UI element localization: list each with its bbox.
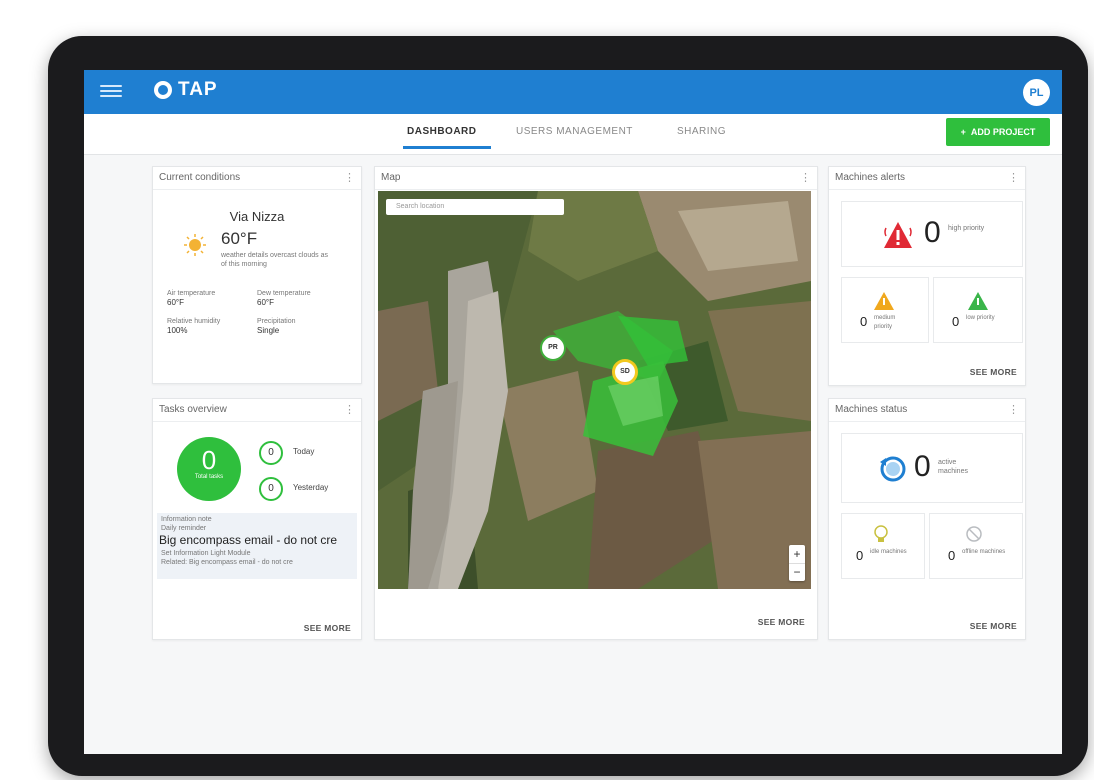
kebab-menu-icon[interactable]: ⋮ bbox=[344, 167, 355, 189]
plus-icon: + bbox=[960, 127, 966, 137]
note-title: Big encompass email - do not cre bbox=[159, 533, 338, 547]
yesterday-label: Yesterday bbox=[293, 483, 329, 492]
app-name: TAP bbox=[178, 79, 218, 100]
high-priority-count: 0 bbox=[924, 216, 941, 249]
kebab-menu-icon[interactable]: ⋮ bbox=[800, 167, 811, 189]
app-screen: TAP PL DASHBOARD USERS MANAGEMENT SHARIN… bbox=[84, 70, 1062, 754]
weather-description: weather details overcast clouds as of th… bbox=[221, 252, 328, 268]
machines-status-card: Machines status ⋮ 0 active machines 0 id… bbox=[828, 398, 1026, 640]
add-project-button[interactable]: + ADD PROJECT bbox=[946, 118, 1050, 146]
yesterday-count-badge[interactable]: 0 bbox=[259, 477, 283, 501]
low-priority-alerts[interactable]: 0 low priority bbox=[933, 277, 1023, 343]
map-zoom-controls: + − bbox=[789, 545, 805, 581]
nav-bar: DASHBOARD USERS MANAGEMENT SHARING + ADD… bbox=[84, 114, 1062, 155]
offline-machines-count: 0 bbox=[948, 548, 956, 563]
active-machines-count: 0 bbox=[914, 450, 931, 483]
tab-sharing[interactable]: SHARING bbox=[677, 126, 726, 137]
map-search-input[interactable]: Search location bbox=[386, 199, 564, 215]
tasks-see-more-link[interactable]: SEE MORE bbox=[304, 623, 351, 633]
user-avatar[interactable]: PL bbox=[1023, 79, 1050, 106]
stat-dew-temperature: Dew temperature 60°F bbox=[257, 290, 311, 307]
high-priority-alerts[interactable]: 0 high priority bbox=[841, 201, 1023, 267]
alert-warning-icon bbox=[884, 222, 912, 248]
satellite-map[interactable]: Search location PR SD + − bbox=[378, 191, 811, 589]
idle-machines-label: idle machines bbox=[870, 549, 907, 555]
card-title: Tasks overview ⋮ bbox=[153, 399, 361, 422]
map-card: Map ⋮ Search location PR SD + − SEE MORE bbox=[374, 166, 818, 640]
low-priority-count: 0 bbox=[952, 314, 960, 329]
information-note[interactable]: Information note Daily reminder Big enco… bbox=[157, 513, 357, 579]
zoom-in-button[interactable]: + bbox=[789, 545, 805, 564]
app-logo[interactable]: TAP bbox=[154, 79, 218, 101]
high-priority-label: high priority bbox=[948, 225, 985, 232]
alerts-see-more-link[interactable]: SEE MORE bbox=[970, 367, 1017, 377]
sun-icon bbox=[184, 234, 206, 256]
idle-machines[interactable]: 0 idle machines bbox=[841, 513, 925, 579]
info-triangle-icon bbox=[968, 292, 988, 310]
lightbulb-icon bbox=[874, 525, 888, 542]
medium-priority-count: 0 bbox=[860, 314, 868, 329]
machines-see-more-link[interactable]: SEE MORE bbox=[970, 621, 1017, 631]
machine-offline-icon bbox=[966, 526, 982, 542]
map-pin-pr[interactable]: PR bbox=[540, 335, 566, 361]
current-conditions-card: Current conditions ⋮ Via Nizza 60°F weat… bbox=[152, 166, 362, 384]
medium-priority-alerts[interactable]: 0 medium priority bbox=[841, 277, 929, 343]
kebab-menu-icon[interactable]: ⋮ bbox=[344, 399, 355, 421]
active-machines[interactable]: 0 active machines bbox=[841, 433, 1023, 503]
tab-dashboard[interactable]: DASHBOARD bbox=[403, 126, 490, 149]
note-label: Information note bbox=[161, 516, 212, 523]
offline-machines-label: offline machines bbox=[962, 549, 1006, 555]
logo-icon bbox=[154, 81, 172, 99]
stat-precipitation: Precipitation Single bbox=[257, 318, 296, 335]
card-title: Map ⋮ bbox=[375, 167, 817, 190]
note-line-1: Set Information Light Module bbox=[161, 550, 251, 557]
top-bar: TAP PL bbox=[84, 70, 1062, 114]
total-tasks-badge[interactable]: 0 Total tasks bbox=[177, 437, 241, 501]
today-count-badge[interactable]: 0 bbox=[259, 441, 283, 465]
stats-grid: Air temperature 60°F Dew temperature 60°… bbox=[167, 289, 347, 335]
stat-air-temperature: Air temperature 60°F bbox=[167, 290, 216, 307]
tasks-overview-card: Tasks overview ⋮ 0 Total tasks 0 Today 0… bbox=[152, 398, 362, 640]
warning-triangle-icon bbox=[874, 292, 894, 310]
map-see-more-link[interactable]: SEE MORE bbox=[758, 617, 805, 627]
card-title: Machines status ⋮ bbox=[829, 399, 1025, 422]
machines-alerts-card: Machines alerts ⋮ 0 high priority 0 medi… bbox=[828, 166, 1026, 386]
today-label: Today bbox=[293, 447, 315, 456]
map-pin-sd[interactable]: SD bbox=[612, 359, 638, 385]
idle-machines-count: 0 bbox=[856, 548, 864, 563]
map-imagery bbox=[378, 191, 811, 589]
menu-icon[interactable] bbox=[100, 82, 122, 102]
card-title: Machines alerts ⋮ bbox=[829, 167, 1025, 190]
location-name: Via Nizza bbox=[229, 209, 285, 224]
stat-relative-humidity: Relative humidity 100% bbox=[167, 318, 221, 335]
medium-priority-label: medium priority bbox=[874, 315, 896, 330]
zoom-out-button[interactable]: − bbox=[789, 564, 805, 581]
machine-sync-icon bbox=[880, 456, 906, 482]
card-title: Current conditions ⋮ bbox=[153, 167, 361, 190]
tab-users-management[interactable]: USERS MANAGEMENT bbox=[516, 126, 633, 137]
tablet-frame: TAP PL DASHBOARD USERS MANAGEMENT SHARIN… bbox=[48, 36, 1088, 776]
note-tag: Daily reminder bbox=[161, 525, 207, 532]
low-priority-label: low priority bbox=[966, 315, 995, 321]
note-line-2: Related: Big encompass email - do not cr… bbox=[161, 559, 293, 566]
offline-machines[interactable]: 0 offline machines bbox=[929, 513, 1023, 579]
kebab-menu-icon[interactable]: ⋮ bbox=[1008, 399, 1019, 421]
add-project-label: ADD PROJECT bbox=[970, 127, 1036, 137]
kebab-menu-icon[interactable]: ⋮ bbox=[1008, 167, 1019, 189]
active-machines-label: active machines bbox=[938, 459, 968, 475]
temperature: 60°F bbox=[221, 229, 258, 248]
